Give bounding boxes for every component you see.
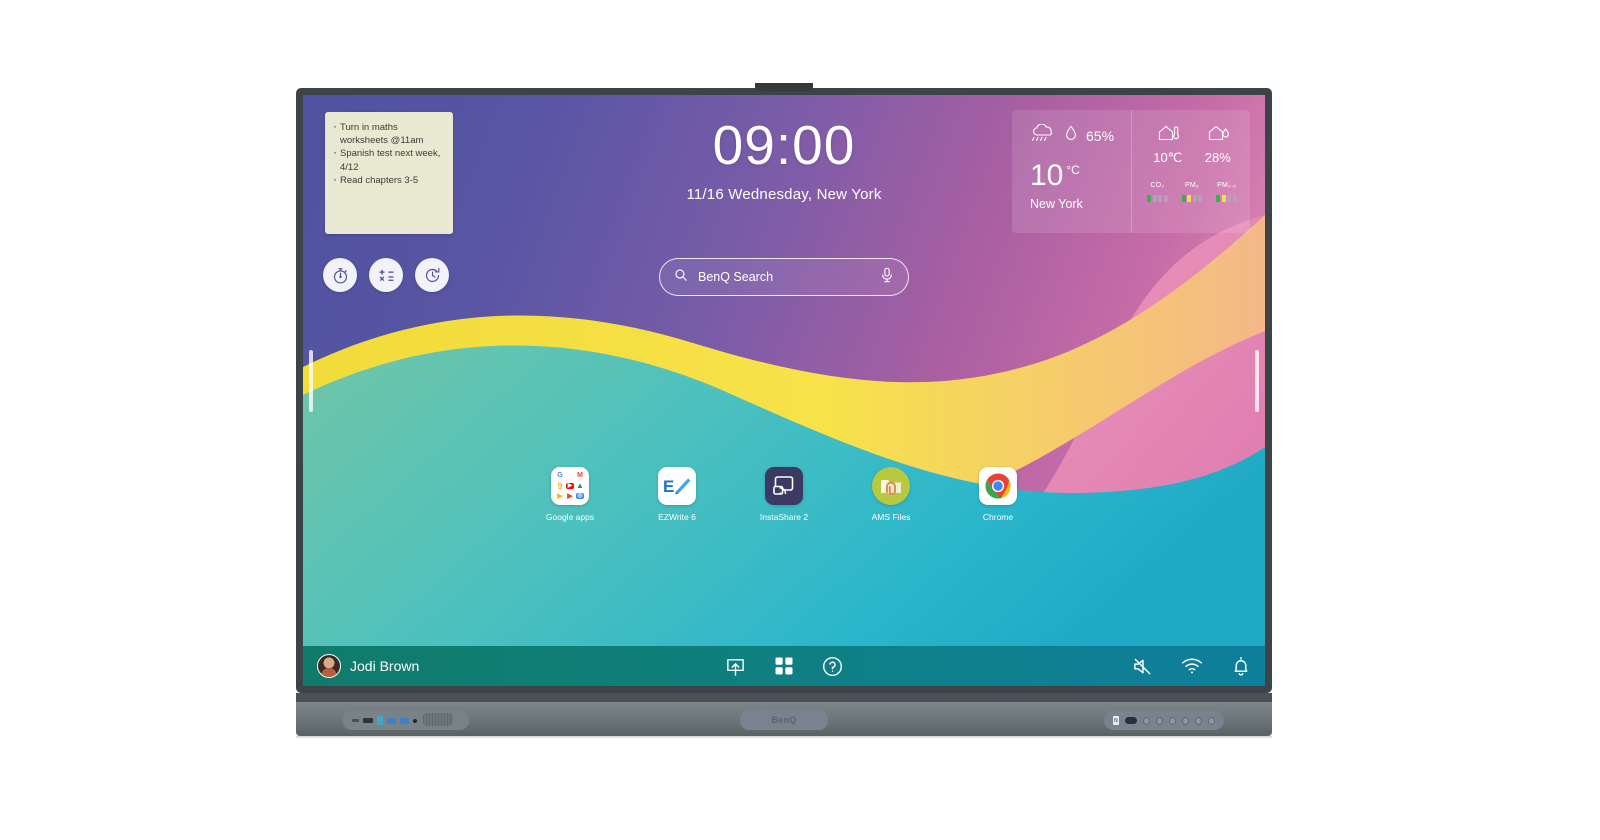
app-label: Google apps	[545, 512, 595, 522]
home-humidity-icon	[1207, 125, 1229, 146]
air-quality-pm6: PM₆	[1175, 182, 1209, 202]
device-shadow	[296, 736, 1272, 739]
air-quality-label: PM₂.₅	[1217, 182, 1237, 189]
ir-receiver	[1124, 717, 1137, 724]
stopwatch-button[interactable]	[323, 258, 357, 292]
indoor-humidity-value: 28%	[1204, 150, 1231, 165]
app-shortcut-chrome[interactable]: Chrome	[967, 467, 1029, 522]
air-quality-co2: CO₂	[1140, 182, 1174, 202]
air-quality-row: CO₂ PM₆ PM₂.₅	[1134, 182, 1250, 202]
apps-grid-icon[interactable]	[774, 656, 794, 676]
interactive-flat-panel-device: Turn in maths worksheets @11am Spanish t…	[296, 83, 1272, 693]
calculator-button[interactable]	[369, 258, 403, 292]
gcell-maps: 9	[557, 480, 563, 491]
port-hdmi	[363, 718, 373, 723]
google-apps-grid-icon: G M 9 ▶ ▲ ▶ ▶ ◎	[551, 467, 589, 505]
stopwatch-icon	[331, 266, 350, 285]
air-quality-pm25: PM₂.₅	[1209, 182, 1243, 202]
app-shortcut-instashare[interactable]: InstaShare 2	[753, 467, 815, 522]
indoor-temperature-metric: 10℃	[1153, 124, 1182, 166]
gcell-g: G	[557, 472, 563, 480]
screen-share-icon[interactable]	[725, 656, 746, 677]
device-bottom-bezel: BenQ N	[296, 700, 1272, 736]
control-button[interactable]	[1194, 716, 1202, 725]
humidity-value: 65%	[1086, 127, 1115, 144]
taskbar-user-area[interactable]: Jodi Brown	[317, 654, 419, 678]
front-control-panel: N	[1104, 711, 1224, 730]
indoor-temperature-value: 10℃	[1153, 150, 1183, 165]
username-label: Jodi Brown	[350, 658, 420, 674]
control-button[interactable]	[1142, 716, 1150, 725]
chrome-icon	[979, 467, 1017, 505]
taskbar-right-icons	[1132, 656, 1251, 677]
taskbar-center-icons	[725, 656, 843, 677]
air-quality-bars	[1175, 195, 1209, 202]
air-quality-label: CO₂	[1150, 182, 1165, 189]
instashare-icon	[765, 467, 803, 505]
taskbar: Jodi Brown	[303, 646, 1265, 686]
wifi-icon[interactable]	[1181, 657, 1203, 675]
port-usb-c	[377, 716, 383, 725]
calculator-icon	[377, 266, 396, 285]
air-quality-bars	[1209, 195, 1243, 202]
app-shortcut-ezwrite[interactable]: E EZWrite 6	[646, 467, 708, 522]
gcell-drive: ▲	[576, 481, 584, 490]
control-button[interactable]	[1207, 716, 1215, 725]
air-quality-bars	[1140, 195, 1174, 202]
microphone-icon[interactable]	[880, 267, 894, 288]
avatar[interactable]	[317, 654, 341, 678]
camera-notch	[755, 83, 813, 91]
side-handle-right[interactable]	[1255, 350, 1259, 412]
notification-bell-icon[interactable]	[1231, 656, 1251, 677]
control-button[interactable]	[1168, 716, 1176, 725]
app-label: EZWrite 6	[658, 512, 696, 522]
help-icon[interactable]	[822, 656, 843, 677]
gcell-gmail: M	[577, 472, 583, 480]
app-label: AMS Files	[871, 512, 911, 522]
outdoor-temperature: 10	[1030, 159, 1064, 192]
search-input[interactable]: BenQ Search	[698, 270, 870, 284]
port-audio-jack	[413, 718, 417, 723]
search-bar[interactable]: BenQ Search	[659, 258, 909, 296]
control-button[interactable]	[1181, 716, 1189, 725]
brand-logo: BenQ	[740, 710, 828, 730]
gcell-play: ▶	[557, 492, 563, 500]
side-handle-left[interactable]	[309, 350, 313, 412]
gcell-classroom: ◎	[576, 493, 584, 500]
app-shortcut-ams-files[interactable]: AMS Files	[860, 467, 922, 522]
weather-outdoor-panel: 65% 10 °C New York	[1012, 110, 1131, 233]
ams-files-icon	[872, 467, 910, 505]
timer-icon	[423, 266, 442, 285]
gcell-youtube: ▶	[566, 483, 574, 489]
air-quality-label: PM₆	[1185, 182, 1199, 189]
nfc-icon: N	[1113, 716, 1119, 725]
port-usb-a	[400, 717, 409, 724]
timer-button[interactable]	[415, 258, 449, 292]
temperature-unit: °C	[1066, 163, 1080, 177]
svg-text:E: E	[663, 477, 674, 496]
quick-tools-group	[323, 258, 449, 292]
port-usb-a	[387, 717, 396, 724]
search-icon	[674, 268, 688, 287]
ezwrite-icon: E	[658, 467, 696, 505]
app-shortcut-row: G M 9 ▶ ▲ ▶ ▶ ◎ Google apps E EZWrite 6 …	[303, 467, 1265, 522]
weather-widget[interactable]: 65% 10 °C New York 10℃ 28% CO₂ PM₆ PM₂.₅	[1012, 110, 1250, 233]
speaker-grille	[423, 713, 453, 726]
indoor-humidity-metric: 28%	[1205, 124, 1231, 166]
water-drop-icon	[1065, 125, 1077, 146]
volume-mute-icon[interactable]	[1132, 656, 1153, 677]
screen[interactable]: Turn in maths worksheets @11am Spanish t…	[303, 95, 1265, 686]
control-button[interactable]	[1155, 716, 1163, 725]
rain-cloud-icon	[1030, 123, 1056, 147]
port-slot	[352, 719, 359, 722]
weather-city: New York	[1030, 197, 1083, 211]
app-label: InstaShare 2	[759, 512, 809, 522]
app-label: Chrome	[982, 512, 1014, 522]
app-shortcut-google-apps[interactable]: G M 9 ▶ ▲ ▶ ▶ ◎ Google apps	[539, 467, 601, 522]
weather-indoor-panel: 10℃ 28% CO₂ PM₆ PM₂.₅	[1131, 110, 1250, 233]
home-thermometer-icon	[1157, 125, 1179, 146]
gcell-slides: ▶	[567, 492, 573, 500]
